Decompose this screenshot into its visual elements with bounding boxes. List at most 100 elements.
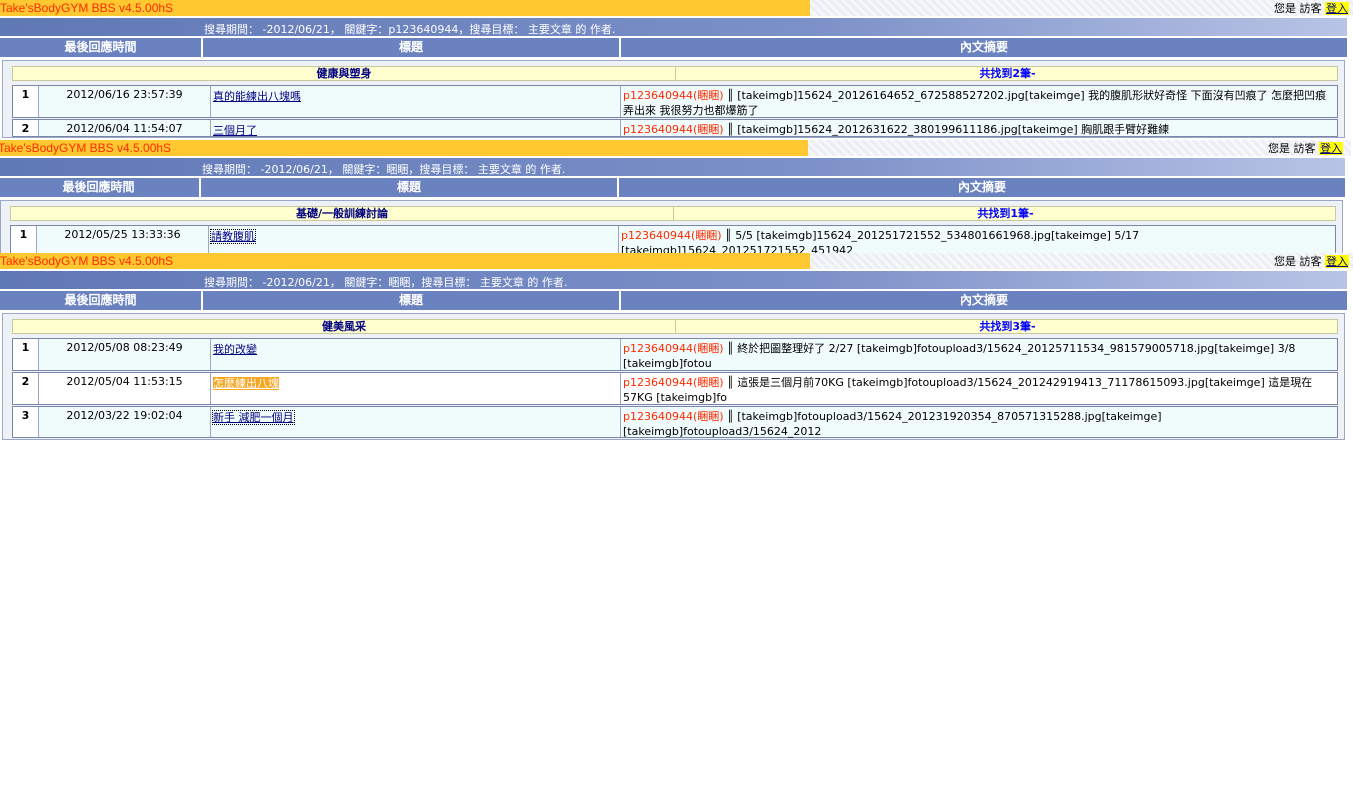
site-title: Take'sBodyGYM BBS v4.5.00hS: [0, 1, 174, 15]
top-bar: Take'sBodyGYM BBS v4.5.00hS 您是 訪客 登入: [0, 140, 1351, 156]
row-time: 2012/05/08 08:23:49: [39, 339, 211, 370]
user-label: 您是 訪客: [1268, 142, 1316, 155]
topic-link[interactable]: 三個月了: [213, 124, 257, 137]
user-info: 您是 訪客 登入: [1274, 253, 1349, 269]
topic-link[interactable]: 怎麼練出八塊: [213, 377, 279, 390]
header-title: 標題: [203, 38, 619, 57]
board-name[interactable]: 健康與塑身: [13, 67, 676, 80]
bar-texture: [810, 253, 1353, 269]
top-bar: Take'sBodyGYM BBS v4.5.00hS 您是 訪客 登入: [0, 253, 1353, 269]
search-info: 搜尋期間： -2012/06/21， 關鍵字：睏睏，搜尋目標： 主要文章 的 作…: [204, 276, 568, 289]
separator: ║: [725, 229, 732, 242]
row-summary: p123640944(睏睏) ║ [takeimgb]fotoupload3/1…: [621, 407, 1337, 438]
separator: ║: [727, 410, 734, 423]
login-link[interactable]: 登入: [1325, 255, 1349, 268]
row-time: 2012/06/04 11:54:07: [39, 120, 211, 136]
search-info: 搜尋期間： -2012/06/21， 關鍵字：p123640944，搜尋目標： …: [204, 23, 616, 36]
row-title-cell: 三個月了: [211, 120, 621, 137]
result-count: 共找到2筆-: [979, 67, 1036, 80]
row-number: 2: [13, 120, 39, 136]
table-row: 3 2012/03/22 19:02:04 新手 減肥一個月 p12364094…: [12, 406, 1338, 438]
row-number: 1: [11, 226, 37, 256]
search-info-bar: 搜尋期間： -2012/06/21， 關鍵字：睏睏，搜尋目標： 主要文章 的 作…: [0, 158, 1345, 176]
header-summary: 內文摘要: [619, 178, 1345, 197]
row-time: 2012/05/25 13:33:36: [37, 226, 209, 256]
site-bar: Take'sBodyGYM BBS v4.5.00hS: [0, 253, 810, 269]
result-count: 共找到1筆-: [977, 207, 1034, 220]
search-info-bar: 搜尋期間： -2012/06/21， 關鍵字：p123640944，搜尋目標： …: [0, 18, 1347, 36]
header-title: 標題: [201, 178, 617, 197]
header-last-reply-time: 最後回應時間: [0, 38, 201, 57]
topic-link[interactable]: 請教腹肌: [210, 229, 256, 244]
result-count: 共找到3筆-: [979, 320, 1036, 333]
header-last-reply-time: 最後回應時間: [0, 291, 201, 310]
board-row: 基礎/一般訓練討論 共找到1筆-: [10, 206, 1336, 221]
author-link[interactable]: p123640944(睏睏): [623, 89, 724, 102]
summary-text: 終於把圖整理好了 2/27 [takeimgb]fotoupload3/1562…: [623, 342, 1296, 370]
site-title: Take'sBodyGYM BBS v4.5.00hS: [0, 254, 174, 268]
header-title: 標題: [203, 291, 619, 310]
author-link[interactable]: p123640944(睏睏): [623, 376, 724, 389]
row-title-cell: 新手 減肥一個月: [211, 407, 621, 437]
header-summary: 內文摘要: [621, 291, 1347, 310]
row-summary: p123640944(睏睏) ║ [takeimgb]15624_2012631…: [621, 120, 1337, 136]
author-link[interactable]: p123640944(睏睏): [623, 410, 724, 423]
login-link[interactable]: 登入: [1319, 142, 1343, 155]
header-last-reply-time: 最後回應時間: [0, 178, 199, 197]
table-row: 2 2012/05/04 11:53:15 怎麼練出八塊 p123640944(…: [12, 372, 1338, 405]
table-row: 1 2012/06/16 23:57:39 真的能練出八塊嗎 p12364094…: [12, 85, 1338, 118]
results-box: 健康與塑身 共找到2筆- 1 2012/06/16 23:57:39 真的能練出…: [2, 60, 1345, 138]
author-link[interactable]: p123640944(睏睏): [623, 123, 724, 136]
author-link[interactable]: p123640944(睏睏): [621, 229, 722, 242]
board-row: 健康與塑身 共找到2筆-: [12, 66, 1338, 81]
site-bar: Take'sBodyGYM BBS v4.5.00hS: [0, 0, 810, 16]
site-bar: Take'sBodyGYM BBS v4.5.00hS: [0, 140, 808, 156]
user-info: 您是 訪客 登入: [1268, 140, 1343, 156]
row-time: 2012/06/16 23:57:39: [39, 86, 211, 117]
top-bar: Take'sBodyGYM BBS v4.5.00hS 您是 訪客 登入: [0, 0, 1353, 16]
results-box: 基礎/一般訓練討論 共找到1筆- 1 2012/05/25 13:33:36 請…: [0, 200, 1343, 257]
row-title-cell: 怎麼練出八塊: [211, 373, 621, 404]
board-name[interactable]: 基礎/一般訓練討論: [11, 207, 674, 220]
user-label: 您是 訪客: [1274, 255, 1322, 268]
table-row: 2 2012/06/04 11:54:07 三個月了 p123640944(睏睏…: [12, 119, 1338, 137]
author-link[interactable]: p123640944(睏睏): [623, 342, 724, 355]
bar-texture: [810, 0, 1353, 16]
user-info: 您是 訪客 登入: [1274, 0, 1349, 16]
login-link[interactable]: 登入: [1325, 2, 1349, 15]
separator: ║: [727, 89, 734, 102]
table-row: 1 2012/05/08 08:23:49 我的改變 p123640944(睏睏…: [12, 338, 1338, 371]
row-title-cell: 我的改變: [211, 339, 621, 370]
row-time: 2012/05/04 11:53:15: [39, 373, 211, 404]
user-label: 您是 訪客: [1274, 2, 1322, 15]
site-title: Take'sBodyGYM BBS v4.5.00hS: [0, 141, 172, 155]
search-panel-1: Take'sBodyGYM BBS v4.5.00hS 您是 訪客 登入 搜尋期…: [0, 0, 1353, 140]
row-title-cell: 真的能練出八塊嗎: [211, 86, 621, 117]
topic-link[interactable]: 真的能練出八塊嗎: [213, 90, 301, 103]
separator: ║: [727, 342, 734, 355]
board-row: 健美風采 共找到3筆-: [12, 319, 1338, 334]
row-number: 3: [13, 407, 39, 437]
row-number: 1: [13, 339, 39, 370]
column-header-row: 最後回應時間 標題 內文摘要: [0, 291, 1347, 310]
column-header-row: 最後回應時間 標題 內文摘要: [0, 178, 1345, 197]
topic-link[interactable]: 新手 減肥一個月: [212, 410, 295, 425]
search-panel-3: Take'sBodyGYM BBS v4.5.00hS 您是 訪客 登入 搜尋期…: [0, 253, 1353, 443]
row-number: 2: [13, 373, 39, 404]
row-summary: p123640944(睏睏) ║ 終於把圖整理好了 2/27 [takeimgb…: [621, 339, 1337, 370]
header-summary: 內文摘要: [621, 38, 1347, 57]
search-panel-2: Take'sBodyGYM BBS v4.5.00hS 您是 訪客 登入 搜尋期…: [0, 140, 1351, 257]
topic-link[interactable]: 我的改變: [213, 343, 257, 356]
row-summary: p123640944(睏睏) ║ 這張是三個月前70KG [takeimgb]f…: [621, 373, 1337, 404]
summary-text: [takeimgb]15624_2012631622_380199611186.…: [737, 123, 1170, 136]
row-title-cell: 請教腹肌: [209, 226, 619, 256]
board-name[interactable]: 健美風采: [13, 320, 676, 333]
search-info-bar: 搜尋期間： -2012/06/21， 關鍵字：睏睏，搜尋目標： 主要文章 的 作…: [0, 271, 1347, 289]
row-time: 2012/03/22 19:02:04: [39, 407, 211, 437]
search-info: 搜尋期間： -2012/06/21， 關鍵字：睏睏，搜尋目標： 主要文章 的 作…: [202, 163, 566, 176]
separator: ║: [727, 123, 734, 136]
column-header-row: 最後回應時間 標題 內文摘要: [0, 38, 1347, 57]
row-summary: p123640944(睏睏) ║ [takeimgb]15624_2012616…: [621, 86, 1337, 117]
row-number: 1: [13, 86, 39, 117]
row-summary: p123640944(睏睏) ║ 5/5 [takeimgb]15624_201…: [619, 226, 1335, 257]
